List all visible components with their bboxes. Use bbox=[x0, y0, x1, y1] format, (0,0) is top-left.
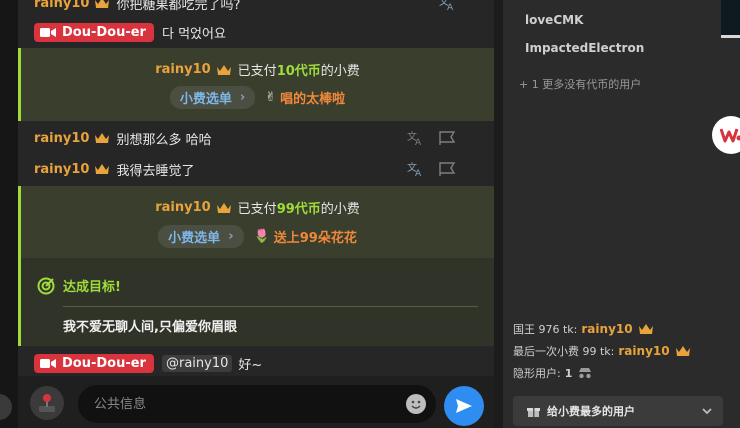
tip-menu-label: 小费选单 bbox=[179, 92, 232, 107]
tip-notification: rainy10 已支付 10代币 的小费 小费选单 › ✌ 唱的太棒啦 bbox=[18, 48, 494, 121]
user-list-item[interactable]: loveCMK bbox=[525, 13, 583, 27]
svg-text:A: A bbox=[447, 3, 454, 11]
chat-message: Dou-Dou-er @rainy10 好~ bbox=[18, 349, 494, 377]
video-camera-icon bbox=[40, 27, 56, 37]
hidden-users-stat: 隐形用户: 1 bbox=[513, 365, 593, 381]
joystick-icon bbox=[39, 394, 55, 412]
left-edge-strip bbox=[0, 0, 18, 428]
last-tip-stat: 最后一次小费 99 tk: rainy10 bbox=[513, 343, 697, 359]
app-root: rainy10 你把糖果都吃完了吗? 文A Dou-Dou-er 다 먹었어요 … bbox=[0, 0, 740, 428]
chat-input-bar bbox=[18, 376, 494, 428]
username[interactable]: rainy10 bbox=[34, 131, 89, 146]
tip-suffix: 的小费 bbox=[320, 64, 360, 79]
username[interactable]: rainy10 bbox=[155, 200, 210, 215]
king-stat: 国王 976 tk: rainy10 bbox=[513, 321, 660, 337]
chat-message: rainy10 我得去睡觉了 文A bbox=[18, 155, 494, 183]
king-user[interactable]: rainy10 bbox=[581, 322, 632, 336]
crown-icon bbox=[95, 0, 110, 8]
message-text: 你把糖果都吃完了吗? bbox=[116, 0, 241, 13]
king-label: 国王 976 tk: bbox=[513, 323, 578, 336]
message-text: 我得去睡觉了 bbox=[116, 163, 195, 179]
last-tip-user[interactable]: rainy10 bbox=[618, 344, 669, 358]
emoji-icon[interactable] bbox=[406, 394, 426, 414]
username[interactable]: rainy10 bbox=[34, 162, 89, 177]
chat-message: Dou-Dou-er 다 먹었어요 bbox=[18, 18, 494, 46]
more-users-text: + 1 更多没有代币的用户 bbox=[519, 78, 642, 91]
report-flag-icon[interactable] bbox=[438, 161, 456, 177]
chat-message: rainy10 你把糖果都吃完了吗? 文A bbox=[18, 0, 494, 14]
crown-icon bbox=[216, 202, 231, 213]
chevron-down-icon bbox=[702, 408, 712, 415]
tip-menu-button[interactable]: 小费选单 › bbox=[158, 225, 244, 248]
goal-header: 达成目标! bbox=[37, 276, 121, 295]
message-text: 好~ bbox=[238, 357, 263, 373]
crown-icon bbox=[95, 133, 110, 143]
user-list-item[interactable]: ImpactedElectron bbox=[525, 41, 644, 55]
tip-menu-button[interactable]: 小费选单 › bbox=[169, 86, 256, 109]
message-tools: 文A bbox=[406, 130, 456, 146]
incognito-icon bbox=[579, 368, 592, 379]
svg-text:A: A bbox=[415, 138, 422, 146]
chevron-right-icon: › bbox=[239, 90, 246, 105]
username[interactable]: rainy10 bbox=[155, 62, 210, 77]
message-tools: 文A bbox=[406, 161, 456, 177]
tip-menu-line: 小费选单 › 🌷 送上99朵花花 bbox=[21, 225, 494, 248]
translate-icon[interactable]: 文A bbox=[438, 0, 456, 11]
public-message-input[interactable] bbox=[78, 385, 436, 423]
broadcaster-name: Dou-Dou-er bbox=[62, 24, 146, 40]
broadcaster-name: Dou-Dou-er bbox=[62, 355, 146, 371]
top-tipper-label: 给小费最多的用户 bbox=[547, 405, 635, 418]
tip-menu-line: 小费选单 › ✌ 唱的太棒啦 bbox=[21, 86, 494, 109]
chevron-right-icon: › bbox=[228, 229, 234, 244]
gift-icon bbox=[527, 407, 540, 417]
translate-icon[interactable]: 文A bbox=[406, 130, 424, 146]
tip-prefix: 已支付 bbox=[237, 202, 277, 217]
tip-line: rainy10 已支付 99代币 的小费 bbox=[21, 198, 494, 217]
crown-icon bbox=[216, 64, 231, 75]
gift-emoji: 🌷 bbox=[253, 229, 270, 244]
joystick-button[interactable] bbox=[30, 386, 64, 420]
target-icon bbox=[37, 277, 55, 294]
top-tipper-button[interactable]: 给小费最多的用户 bbox=[513, 396, 723, 426]
gift-emoji: ✌ bbox=[265, 90, 277, 105]
wps-icon[interactable] bbox=[712, 116, 740, 154]
crown-icon bbox=[638, 324, 653, 334]
message-text: 别想那么多 哈哈 bbox=[116, 132, 212, 148]
gift-text: 送上99朵花花 bbox=[273, 231, 357, 246]
broadcaster-tag[interactable]: Dou-Dou-er bbox=[34, 22, 154, 42]
tip-menu-label: 小费选单 bbox=[168, 231, 221, 246]
tip-line: rainy10 已支付 10代币 的小费 bbox=[21, 60, 494, 79]
crown-icon bbox=[95, 164, 110, 174]
goal-title: 达成目标! bbox=[63, 280, 121, 295]
tip-notification: rainy10 已支付 99代币 的小费 小费选单 › 🌷 送上99朵花花 bbox=[18, 186, 494, 258]
svg-text:A: A bbox=[415, 169, 422, 177]
report-flag-icon[interactable] bbox=[438, 130, 456, 146]
hidden-label: 隐形用户: bbox=[513, 367, 561, 380]
goal-text: 我不爱无聊人间,只偏爱你眉眼 bbox=[63, 320, 237, 335]
translate-icon[interactable]: 文A bbox=[406, 161, 424, 177]
crown-icon bbox=[675, 346, 690, 356]
hidden-count: 1 bbox=[564, 366, 573, 380]
tip-amount: 99代币 bbox=[276, 202, 321, 217]
divider bbox=[63, 306, 478, 307]
message-tools: 文A bbox=[438, 0, 456, 11]
video-camera-icon bbox=[40, 358, 56, 368]
tip-prefix: 已支付 bbox=[237, 64, 277, 79]
send-icon bbox=[456, 399, 472, 413]
mention[interactable]: @rainy10 bbox=[161, 354, 233, 372]
tip-amount: 10代币 bbox=[276, 64, 321, 79]
last-tip-label: 最后一次小费 99 tk: bbox=[513, 345, 615, 358]
users-panel: loveCMK ImpactedElectron + 1 更多没有代币的用户 国… bbox=[503, 0, 740, 428]
tip-suffix: 的小费 bbox=[320, 202, 360, 217]
video-thumbnail[interactable] bbox=[721, 0, 740, 38]
goal-achieved-notice: 达成目标! 我不爱无聊人间,只偏爱你眉眼 bbox=[18, 258, 494, 346]
send-button[interactable] bbox=[444, 386, 484, 426]
message-text: 다 먹었어요 bbox=[161, 26, 226, 42]
broadcaster-tag[interactable]: Dou-Dou-er bbox=[34, 353, 154, 373]
gift-text: 唱的太棒啦 bbox=[280, 92, 346, 107]
username[interactable]: rainy10 bbox=[34, 0, 89, 11]
chat-message: rainy10 别想那么多 哈哈 文A bbox=[18, 124, 494, 152]
chat-panel: rainy10 你把糖果都吃完了吗? 文A Dou-Dou-er 다 먹었어요 … bbox=[18, 0, 494, 428]
